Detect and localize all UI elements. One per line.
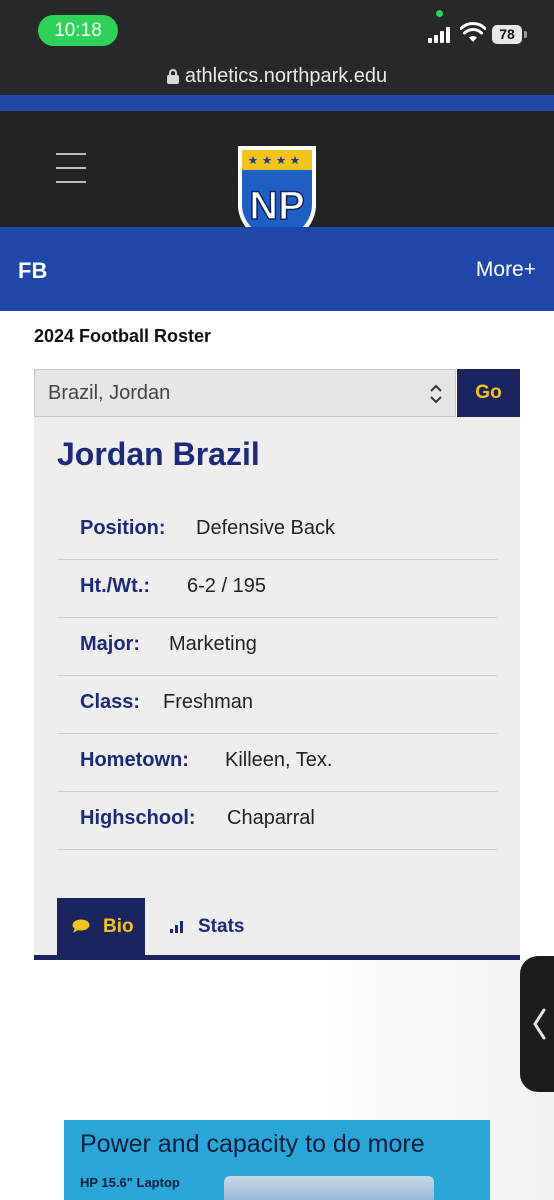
info-value: Killeen, Tex.	[225, 749, 333, 771]
header-accent-strip	[0, 95, 554, 111]
info-label: Highschool:	[80, 807, 196, 829]
player-select[interactable]: Brazil, Jordan	[34, 369, 456, 417]
info-value: Marketing	[169, 633, 257, 655]
info-label: Major:	[80, 633, 141, 655]
info-row-hometown: Hometown: Killeen, Tex.	[57, 734, 497, 792]
tab-stats[interactable]: Stats	[165, 898, 265, 955]
ad-headline: Power and capacity to do more	[80, 1130, 425, 1158]
chevron-updown-icon	[430, 384, 442, 404]
sport-label[interactable]: FB	[18, 258, 47, 284]
wifi-icon	[460, 22, 486, 42]
info-label: Class:	[80, 691, 141, 713]
player-name: Jordan Brazil	[57, 436, 260, 472]
status-bar: 10:18 78 athletics.northpark.edu	[0, 0, 554, 95]
battery-icon	[524, 31, 527, 38]
privacy-indicator-icon	[436, 10, 443, 17]
clock: 10:18	[38, 15, 118, 46]
laptop-image	[224, 1176, 434, 1200]
battery-level: 78	[492, 25, 522, 44]
info-row-highschool: Highschool: Chaparral	[57, 792, 497, 850]
tab-label: Bio	[103, 916, 134, 937]
info-row-major: Major: Marketing	[57, 618, 497, 676]
go-button[interactable]: Go	[457, 369, 520, 417]
logo-text: NP	[249, 184, 305, 228]
info-label: Ht./Wt.:	[80, 575, 150, 597]
info-label: Position:	[80, 517, 166, 539]
advertisement-banner[interactable]: Power and capacity to do more HP 15.6" L…	[64, 1120, 490, 1200]
chat-bubble-icon	[72, 919, 90, 933]
address-bar[interactable]: athletics.northpark.edu	[0, 62, 554, 90]
lock-icon	[166, 69, 179, 84]
info-row-class: Class: Freshman	[57, 676, 497, 734]
info-value: Defensive Back	[196, 517, 335, 539]
info-label: Hometown:	[80, 749, 189, 771]
info-value: 6-2 / 195	[187, 575, 266, 597]
tab-label: Stats	[198, 916, 245, 937]
info-value: Freshman	[163, 691, 254, 713]
info-row-height-weight: Ht./Wt.: 6-2 / 195	[57, 560, 497, 618]
url-text: athletics.northpark.edu	[184, 65, 388, 87]
ad-product-label: HP 15.6" Laptop	[80, 1175, 180, 1190]
info-row-position: Position: Defensive Back	[57, 502, 497, 560]
info-value: Chaparral	[227, 807, 315, 829]
chevron-left-icon	[533, 1008, 546, 1040]
tab-bio[interactable]: Bio	[57, 898, 145, 955]
roster-title: 2024 Football Roster	[34, 326, 212, 346]
bar-chart-icon	[170, 921, 183, 933]
side-panel-handle[interactable]	[520, 956, 554, 1092]
sport-nav-bar	[0, 227, 554, 311]
player-select-value: Brazil, Jordan	[48, 382, 171, 404]
cellular-signal-icon	[428, 26, 454, 43]
more-menu-link[interactable]: More+	[476, 258, 536, 282]
menu-icon[interactable]	[56, 152, 86, 184]
